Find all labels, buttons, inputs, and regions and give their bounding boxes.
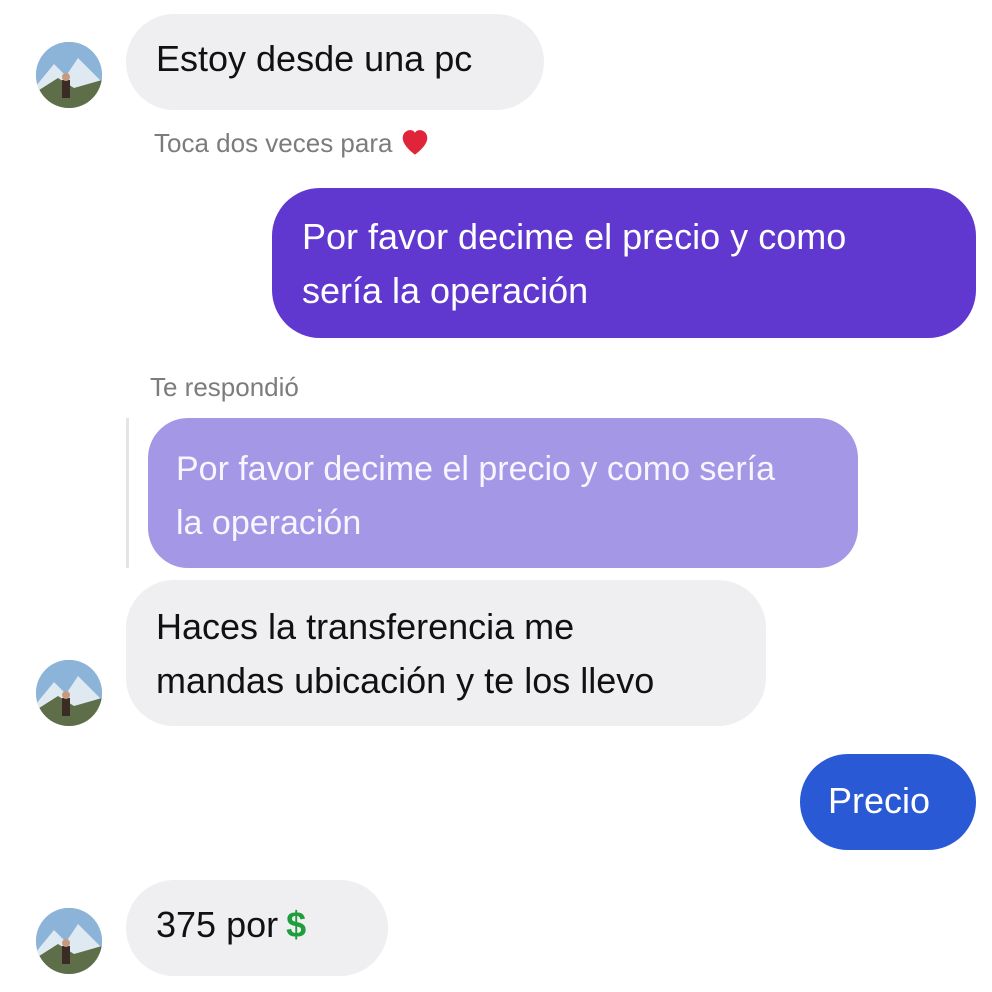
reply-indicator-bar — [126, 418, 129, 568]
hint-text: Toca dos veces para — [154, 128, 393, 158]
message-line: Por favor decime el precio y como — [302, 216, 847, 257]
dollar-sign-icon: $ — [286, 904, 307, 945]
contact-avatar[interactable] — [36, 908, 102, 974]
contact-avatar[interactable] — [36, 42, 102, 108]
message-text: Precio — [828, 780, 931, 821]
message-text: 375 por — [156, 904, 279, 945]
reply-label: Te respondió — [150, 372, 299, 402]
double-tap-hint: Toca dos veces para — [154, 126, 432, 163]
quoted-message[interactable]: Por favor decime el precio y como sería … — [148, 418, 858, 568]
avatar-image — [36, 908, 102, 974]
message-line: sería la operación — [302, 270, 589, 311]
quoted-line: Por favor decime el precio y como sería — [176, 450, 776, 488]
incoming-message-bubble[interactable]: 375 por $ — [126, 880, 388, 976]
outgoing-message-bubble[interactable]: Por favor decime el precio y como sería … — [272, 188, 976, 338]
avatar-image — [36, 660, 102, 726]
outgoing-message-bubble[interactable]: Precio — [800, 754, 976, 850]
message-line: mandas ubicación y te los llevo — [156, 660, 655, 701]
contact-avatar[interactable] — [36, 660, 102, 726]
avatar-image — [36, 42, 102, 108]
incoming-message-bubble[interactable]: Haces la transferencia me mandas ubicaci… — [126, 580, 766, 726]
incoming-message-bubble[interactable]: Estoy desde una pc — [126, 14, 544, 110]
heart-icon — [398, 126, 432, 163]
quoted-line: la operación — [176, 504, 362, 542]
message-line: Haces la transferencia me — [156, 606, 575, 647]
message-text: Estoy desde una pc — [156, 38, 473, 79]
